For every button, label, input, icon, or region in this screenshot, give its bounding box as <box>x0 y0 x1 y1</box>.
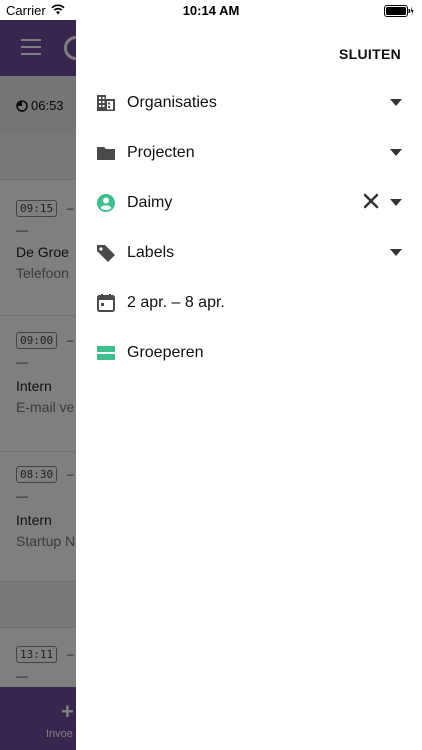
filter-organisations[interactable]: Organisaties <box>76 78 422 128</box>
filter-drawer: SLUITEN Organisaties Projecten Daimy Lab… <box>76 20 422 750</box>
clear-icon[interactable] <box>362 192 380 210</box>
user-icon <box>96 193 116 213</box>
filter-label: Organisaties <box>127 94 217 111</box>
chevron-down-icon <box>390 149 402 156</box>
chevron-down-icon <box>390 249 402 256</box>
filter-label: Labels <box>127 244 175 261</box>
filter-label: Projecten <box>127 144 195 161</box>
status-bar: Carrier 10:14 AM <box>0 0 422 20</box>
tag-icon <box>96 243 116 263</box>
group-icon <box>96 343 116 363</box>
status-time: 10:14 AM <box>182 3 240 18</box>
filter-label: 2 apr. – 8 apr. <box>127 294 225 311</box>
building-icon <box>96 93 116 113</box>
close-button[interactable]: SLUITEN <box>339 46 401 62</box>
filter-projects[interactable]: Projecten <box>76 128 422 178</box>
filter-label: Daimy <box>127 194 173 211</box>
filter-user[interactable]: Daimy <box>76 178 422 228</box>
calendar-icon <box>96 293 116 313</box>
filter-label: Groeperen <box>127 344 204 361</box>
filter-labels[interactable]: Labels <box>76 228 422 278</box>
chevron-down-icon <box>390 199 402 206</box>
filter-grouping[interactable]: Groeperen <box>76 328 422 378</box>
folder-icon <box>96 143 116 163</box>
chevron-down-icon <box>390 99 402 106</box>
battery-icon <box>384 5 414 20</box>
filter-date-range[interactable]: 2 apr. – 8 apr. <box>76 278 422 328</box>
